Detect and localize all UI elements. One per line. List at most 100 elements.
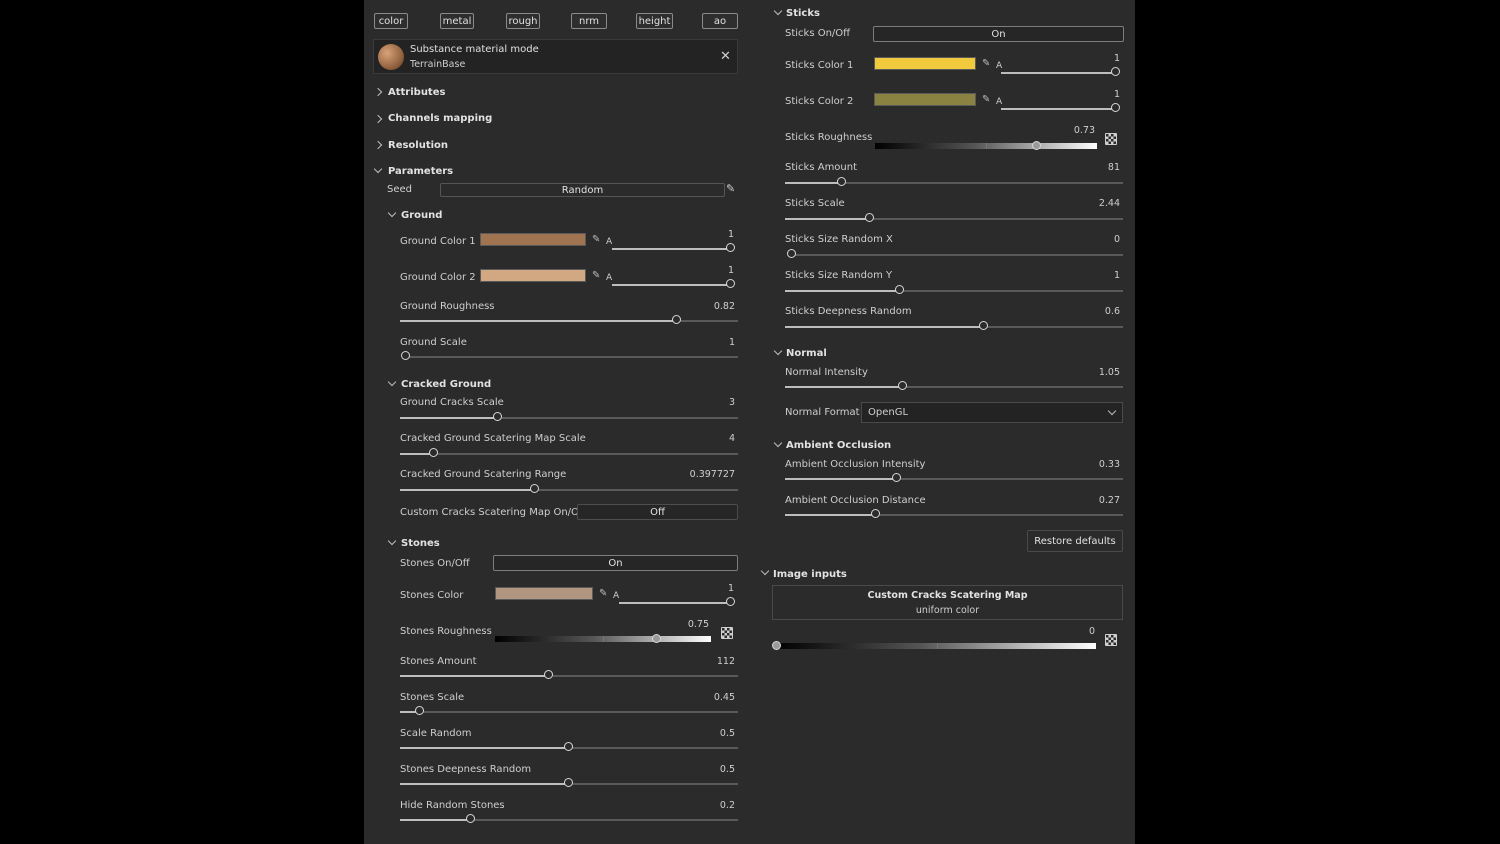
sticks-color-1-alpha-slider[interactable] [1001, 66, 1120, 76]
image-input-title: Custom Cracks Scatering Map [867, 590, 1028, 601]
section-normal[interactable]: Normal [786, 348, 827, 359]
chevron-down-icon[interactable] [773, 346, 783, 356]
section-parameters[interactable]: Parameters [388, 166, 453, 177]
image-input-slider[interactable] [772, 640, 1096, 650]
ground-scale-slider[interactable] [401, 350, 738, 360]
stones-scale-value: 0.45 [713, 692, 735, 703]
sticks-scale-value: 2.44 [1098, 198, 1120, 209]
sticks-roughness-slider[interactable] [875, 140, 1097, 150]
sticks-scale-slider[interactable] [785, 212, 1123, 222]
eyedropper-icon[interactable]: ✎ [982, 59, 992, 69]
section-ambient-occlusion[interactable]: Ambient Occlusion [786, 440, 891, 451]
chevron-down-icon[interactable] [387, 536, 397, 546]
ground-cracks-scale-label: Ground Cracks Scale [400, 397, 504, 408]
channel-rough-button[interactable]: rough [506, 13, 540, 29]
chevron-down-icon[interactable] [387, 208, 397, 218]
channel-color-button[interactable]: color [374, 13, 408, 29]
stones-color-swatch[interactable] [495, 587, 593, 600]
image-input-value: 0 [1088, 626, 1095, 637]
channel-ao-button[interactable]: ao [702, 13, 738, 29]
sticks-amount-value: 81 [1107, 162, 1120, 173]
eyedropper-icon[interactable]: ✎ [592, 271, 602, 281]
scale-random-slider[interactable] [400, 741, 738, 751]
chevron-down-icon[interactable] [387, 377, 397, 387]
channel-metal-button[interactable]: metal [440, 13, 474, 29]
sticks-deepness-random-slider[interactable] [785, 320, 1123, 330]
ground-color-1-alpha-value: 1 [727, 229, 734, 240]
section-sticks[interactable]: Sticks [786, 8, 820, 19]
sticks-size-random-x-slider[interactable] [787, 248, 1123, 258]
ground-color-1-swatch[interactable] [480, 233, 586, 246]
hide-random-stones-slider[interactable] [400, 813, 738, 823]
stones-scale-slider[interactable] [400, 705, 738, 715]
stones-color-alpha-slider[interactable] [619, 596, 735, 606]
sticks-onoff-toggle[interactable]: On [873, 26, 1124, 42]
sticks-color-2-alpha-slider[interactable] [1001, 102, 1120, 112]
normal-intensity-slider[interactable] [785, 380, 1123, 390]
sticks-deepness-random-label: Sticks Deepness Random [785, 306, 912, 317]
ground-roughness-slider[interactable] [400, 314, 738, 324]
section-stones[interactable]: Stones [401, 538, 440, 549]
ground-color-2-label: Ground Color 2 [400, 272, 476, 283]
chevron-down-icon[interactable] [760, 566, 770, 576]
sticks-amount-slider[interactable] [785, 176, 1123, 186]
texture-map-icon[interactable] [721, 627, 733, 639]
sticks-color-1-swatch[interactable] [874, 57, 976, 70]
texture-map-icon[interactable] [1105, 634, 1117, 646]
stones-roughness-slider[interactable] [495, 633, 711, 643]
chevron-right-icon[interactable] [373, 87, 383, 97]
stones-scale-label: Stones Scale [400, 692, 465, 703]
texture-map-icon[interactable] [1105, 133, 1117, 145]
scatering-range-slider[interactable] [400, 483, 738, 493]
ground-cracks-scale-slider[interactable] [400, 411, 738, 421]
scale-random-value: 0.5 [719, 728, 735, 739]
image-input-card[interactable]: Custom Cracks Scatering Map uniform colo… [772, 585, 1123, 620]
ground-color-2-swatch[interactable] [480, 269, 586, 282]
sticks-onoff-label: Sticks On/Off [785, 28, 851, 39]
normal-intensity-label: Normal Intensity [785, 367, 868, 378]
ground-cracks-scale-value: 3 [728, 397, 735, 408]
image-input-subtitle: uniform color [915, 605, 980, 616]
section-attributes[interactable]: Attributes [388, 87, 445, 98]
stones-amount-slider[interactable] [400, 669, 738, 679]
section-ground[interactable]: Ground [401, 210, 442, 221]
restore-defaults-button[interactable]: Restore defaults [1027, 530, 1123, 552]
ground-scale-value: 1 [728, 337, 735, 348]
section-image-inputs[interactable]: Image inputs [773, 569, 847, 580]
stones-onoff-toggle[interactable]: On [493, 555, 738, 571]
sticks-size-random-y-slider[interactable] [785, 284, 1123, 294]
eyedropper-icon[interactable]: ✎ [592, 235, 602, 245]
stones-roughness-value: 0.75 [687, 619, 709, 630]
section-channels-mapping[interactable]: Channels mapping [388, 113, 492, 124]
channel-nrm-button[interactable]: nrm [571, 13, 607, 29]
section-resolution[interactable]: Resolution [388, 140, 448, 151]
stones-deepness-random-slider[interactable] [400, 777, 738, 787]
ao-intensity-slider[interactable] [785, 472, 1123, 482]
hide-random-stones-label: Hide Random Stones [400, 800, 505, 811]
normal-format-dropdown[interactable]: OpenGL [861, 402, 1123, 423]
ao-intensity-value: 0.33 [1098, 459, 1120, 470]
chevron-down-icon[interactable] [373, 164, 383, 174]
scatering-map-scale-slider[interactable] [400, 447, 738, 457]
sticks-size-random-x-label: Sticks Size Random X [785, 234, 893, 245]
pencil-icon[interactable]: ✎ [726, 182, 735, 195]
eyedropper-icon[interactable]: ✎ [599, 589, 609, 599]
section-cracked-ground[interactable]: Cracked Ground [401, 379, 491, 390]
eyedropper-icon[interactable]: ✎ [982, 95, 992, 105]
ground-color-2-alpha-slider[interactable] [612, 278, 735, 288]
channel-height-button[interactable]: height [636, 13, 673, 29]
ao-distance-slider[interactable] [785, 508, 1123, 518]
seed-random-button[interactable]: Random [440, 183, 725, 197]
sticks-color-2-swatch[interactable] [874, 93, 976, 106]
chevron-right-icon[interactable] [373, 114, 383, 124]
ground-color-1-alpha-slider[interactable] [612, 242, 735, 252]
chevron-down-icon[interactable] [773, 6, 783, 16]
alpha-label: A [613, 591, 620, 601]
chevron-right-icon[interactable] [373, 140, 383, 150]
sticks-color-2-label: Sticks Color 2 [785, 96, 854, 107]
custom-cracks-map-toggle[interactable]: Off [577, 504, 738, 520]
close-icon[interactable]: ✕ [720, 50, 731, 63]
ground-roughness-label: Ground Roughness [400, 301, 495, 312]
chevron-down-icon[interactable] [773, 438, 783, 448]
sticks-size-random-y-label: Sticks Size Random Y [785, 270, 893, 281]
